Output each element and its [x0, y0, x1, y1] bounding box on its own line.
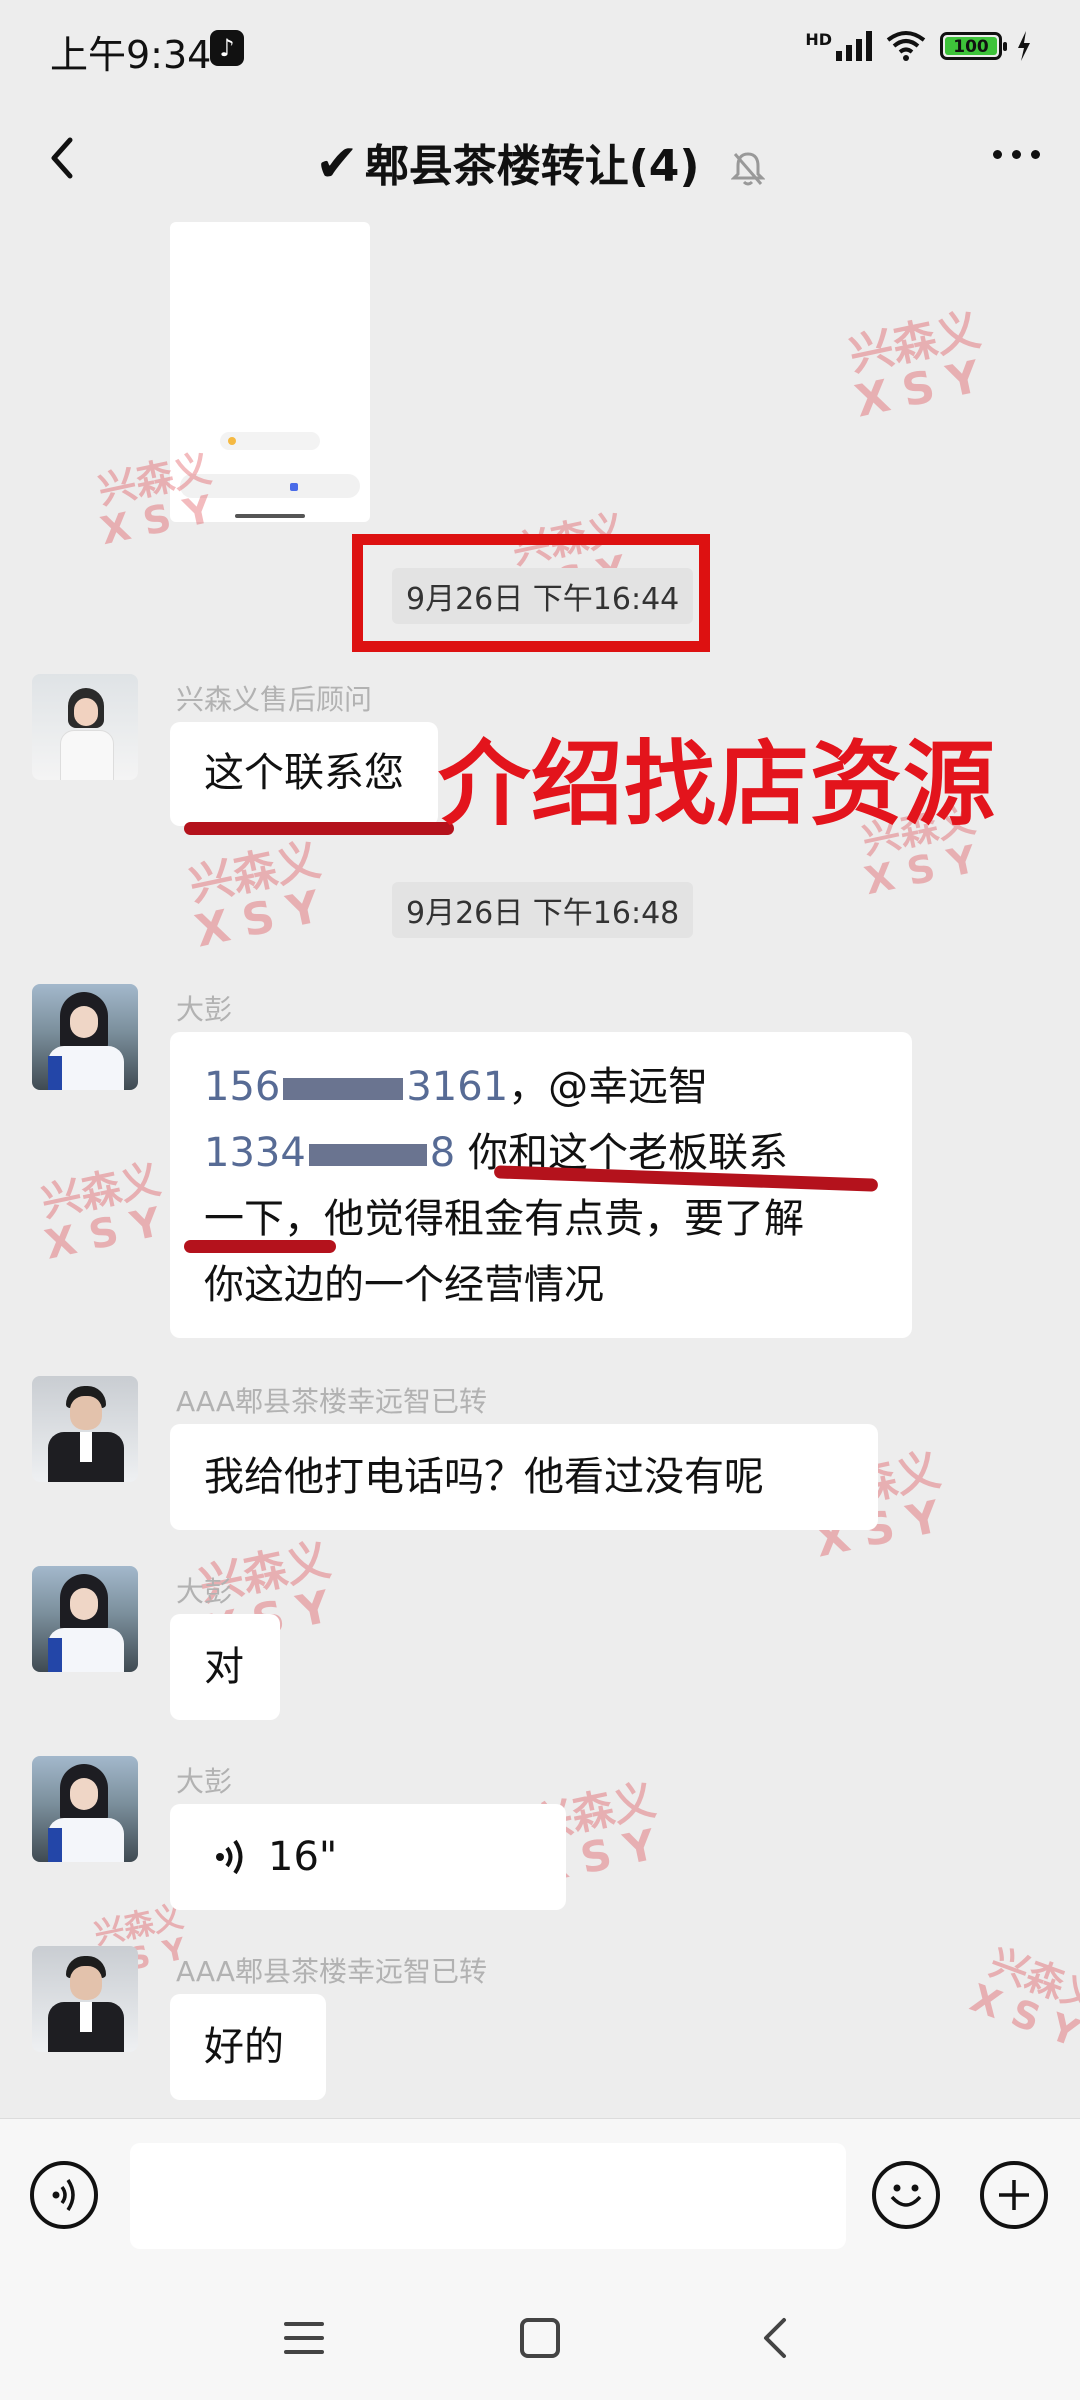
phone-number[interactable]: 1334	[204, 1130, 306, 1176]
mention-text: ，@幸远智	[508, 1064, 709, 1110]
plus-icon	[999, 2180, 1029, 2210]
message-bubble[interactable]: 对	[170, 1614, 280, 1720]
voice-icon	[52, 2179, 75, 2211]
message-text: 我给他打电话吗？他看过没有呢	[204, 1454, 764, 1500]
emoji-icon	[890, 2184, 922, 2207]
watermark: 兴森义XSY	[844, 304, 998, 428]
message-line: 156 3161，@幸远智	[204, 1054, 892, 1120]
voice-message-bubble[interactable]: 16"	[170, 1804, 566, 1910]
battery-icon: 100	[940, 32, 1007, 60]
message-input[interactable]	[130, 2143, 846, 2249]
nav-back-icon[interactable]	[756, 2316, 796, 2360]
input-bar	[0, 2118, 1080, 2277]
chat-header: ✔ 郫县茶楼转让(4)	[0, 100, 1080, 220]
voice-input-button[interactable]	[30, 2161, 98, 2229]
annotation-underline	[184, 1240, 336, 1253]
more-functions-button[interactable]	[980, 2161, 1048, 2229]
message-bubble[interactable]: 好的	[170, 1994, 326, 2100]
watermark: 兴森义XSY	[37, 1156, 179, 1269]
timestamp: 9月26日 下午16:48	[392, 882, 694, 938]
phone-number[interactable]: 156	[204, 1064, 280, 1110]
message-bubble[interactable]: 这个联系您	[170, 722, 438, 826]
sender-name: AAA郫县茶楼幸远智已转	[176, 1385, 488, 1418]
check-icon: ✔	[315, 134, 359, 194]
chat-title: ✔ 郫县茶楼转让(4)	[0, 130, 1080, 194]
message-bubble[interactable]: 我给他打电话吗？他看过没有呢	[170, 1424, 878, 1530]
watermark: 兴森义XSY	[94, 446, 230, 554]
avatar[interactable]	[32, 1376, 138, 1482]
message-text: 好的	[204, 2024, 284, 2070]
system-nav-bar	[0, 2276, 1080, 2400]
avatar[interactable]	[32, 674, 138, 780]
redaction-mask	[308, 1144, 427, 1166]
sender-name: 兴森义售后顾问	[176, 683, 373, 716]
watermark: 兴森义XSY	[184, 834, 338, 958]
phone-number[interactable]: 3161	[406, 1064, 508, 1110]
avatar[interactable]	[32, 1756, 138, 1862]
sender-name: AAA郫县茶楼幸远智已转	[176, 1955, 488, 1988]
tiktok-icon: ♪	[210, 30, 244, 66]
wifi-icon	[886, 31, 926, 61]
charging-icon	[1018, 31, 1030, 61]
status-bar: 上午9:34 ♪ HD 100	[0, 0, 1080, 100]
sender-name: 大彭	[176, 993, 233, 1026]
annotation-underline	[184, 822, 454, 835]
menu-icon[interactable]	[282, 2318, 326, 2358]
sender-name: 大彭	[176, 1575, 233, 1608]
message-text: 这个联系您	[204, 750, 404, 796]
redaction-mask	[283, 1078, 404, 1100]
chat-title-text: 郫县茶楼转让(4)	[364, 141, 700, 192]
battery-level: 100	[945, 37, 997, 57]
home-icon[interactable]	[518, 2316, 562, 2360]
sender-name: 大彭	[176, 1765, 233, 1798]
mute-bell-icon	[730, 152, 765, 186]
message-text: 对	[204, 1644, 244, 1690]
signal-icon	[836, 31, 872, 61]
avatar[interactable]	[32, 984, 138, 1090]
phone-number[interactable]: 8	[430, 1130, 455, 1176]
message-line: 你这边的一个经营情况	[204, 1262, 604, 1308]
watermark: 兴森义XSY	[964, 1940, 1080, 2060]
avatar[interactable]	[32, 1946, 138, 2052]
status-time: 上午9:34	[50, 33, 212, 77]
more-options-icon[interactable]	[993, 150, 1040, 159]
avatar[interactable]	[32, 1566, 138, 1672]
highlight-box	[352, 534, 710, 652]
overlay-caption: 介绍找店资源	[438, 731, 997, 838]
voice-playback-icon	[216, 1839, 243, 1875]
hd-icon: HD	[805, 29, 832, 49]
emoji-button[interactable]	[872, 2161, 940, 2229]
voice-duration: 16"	[268, 1834, 338, 1880]
